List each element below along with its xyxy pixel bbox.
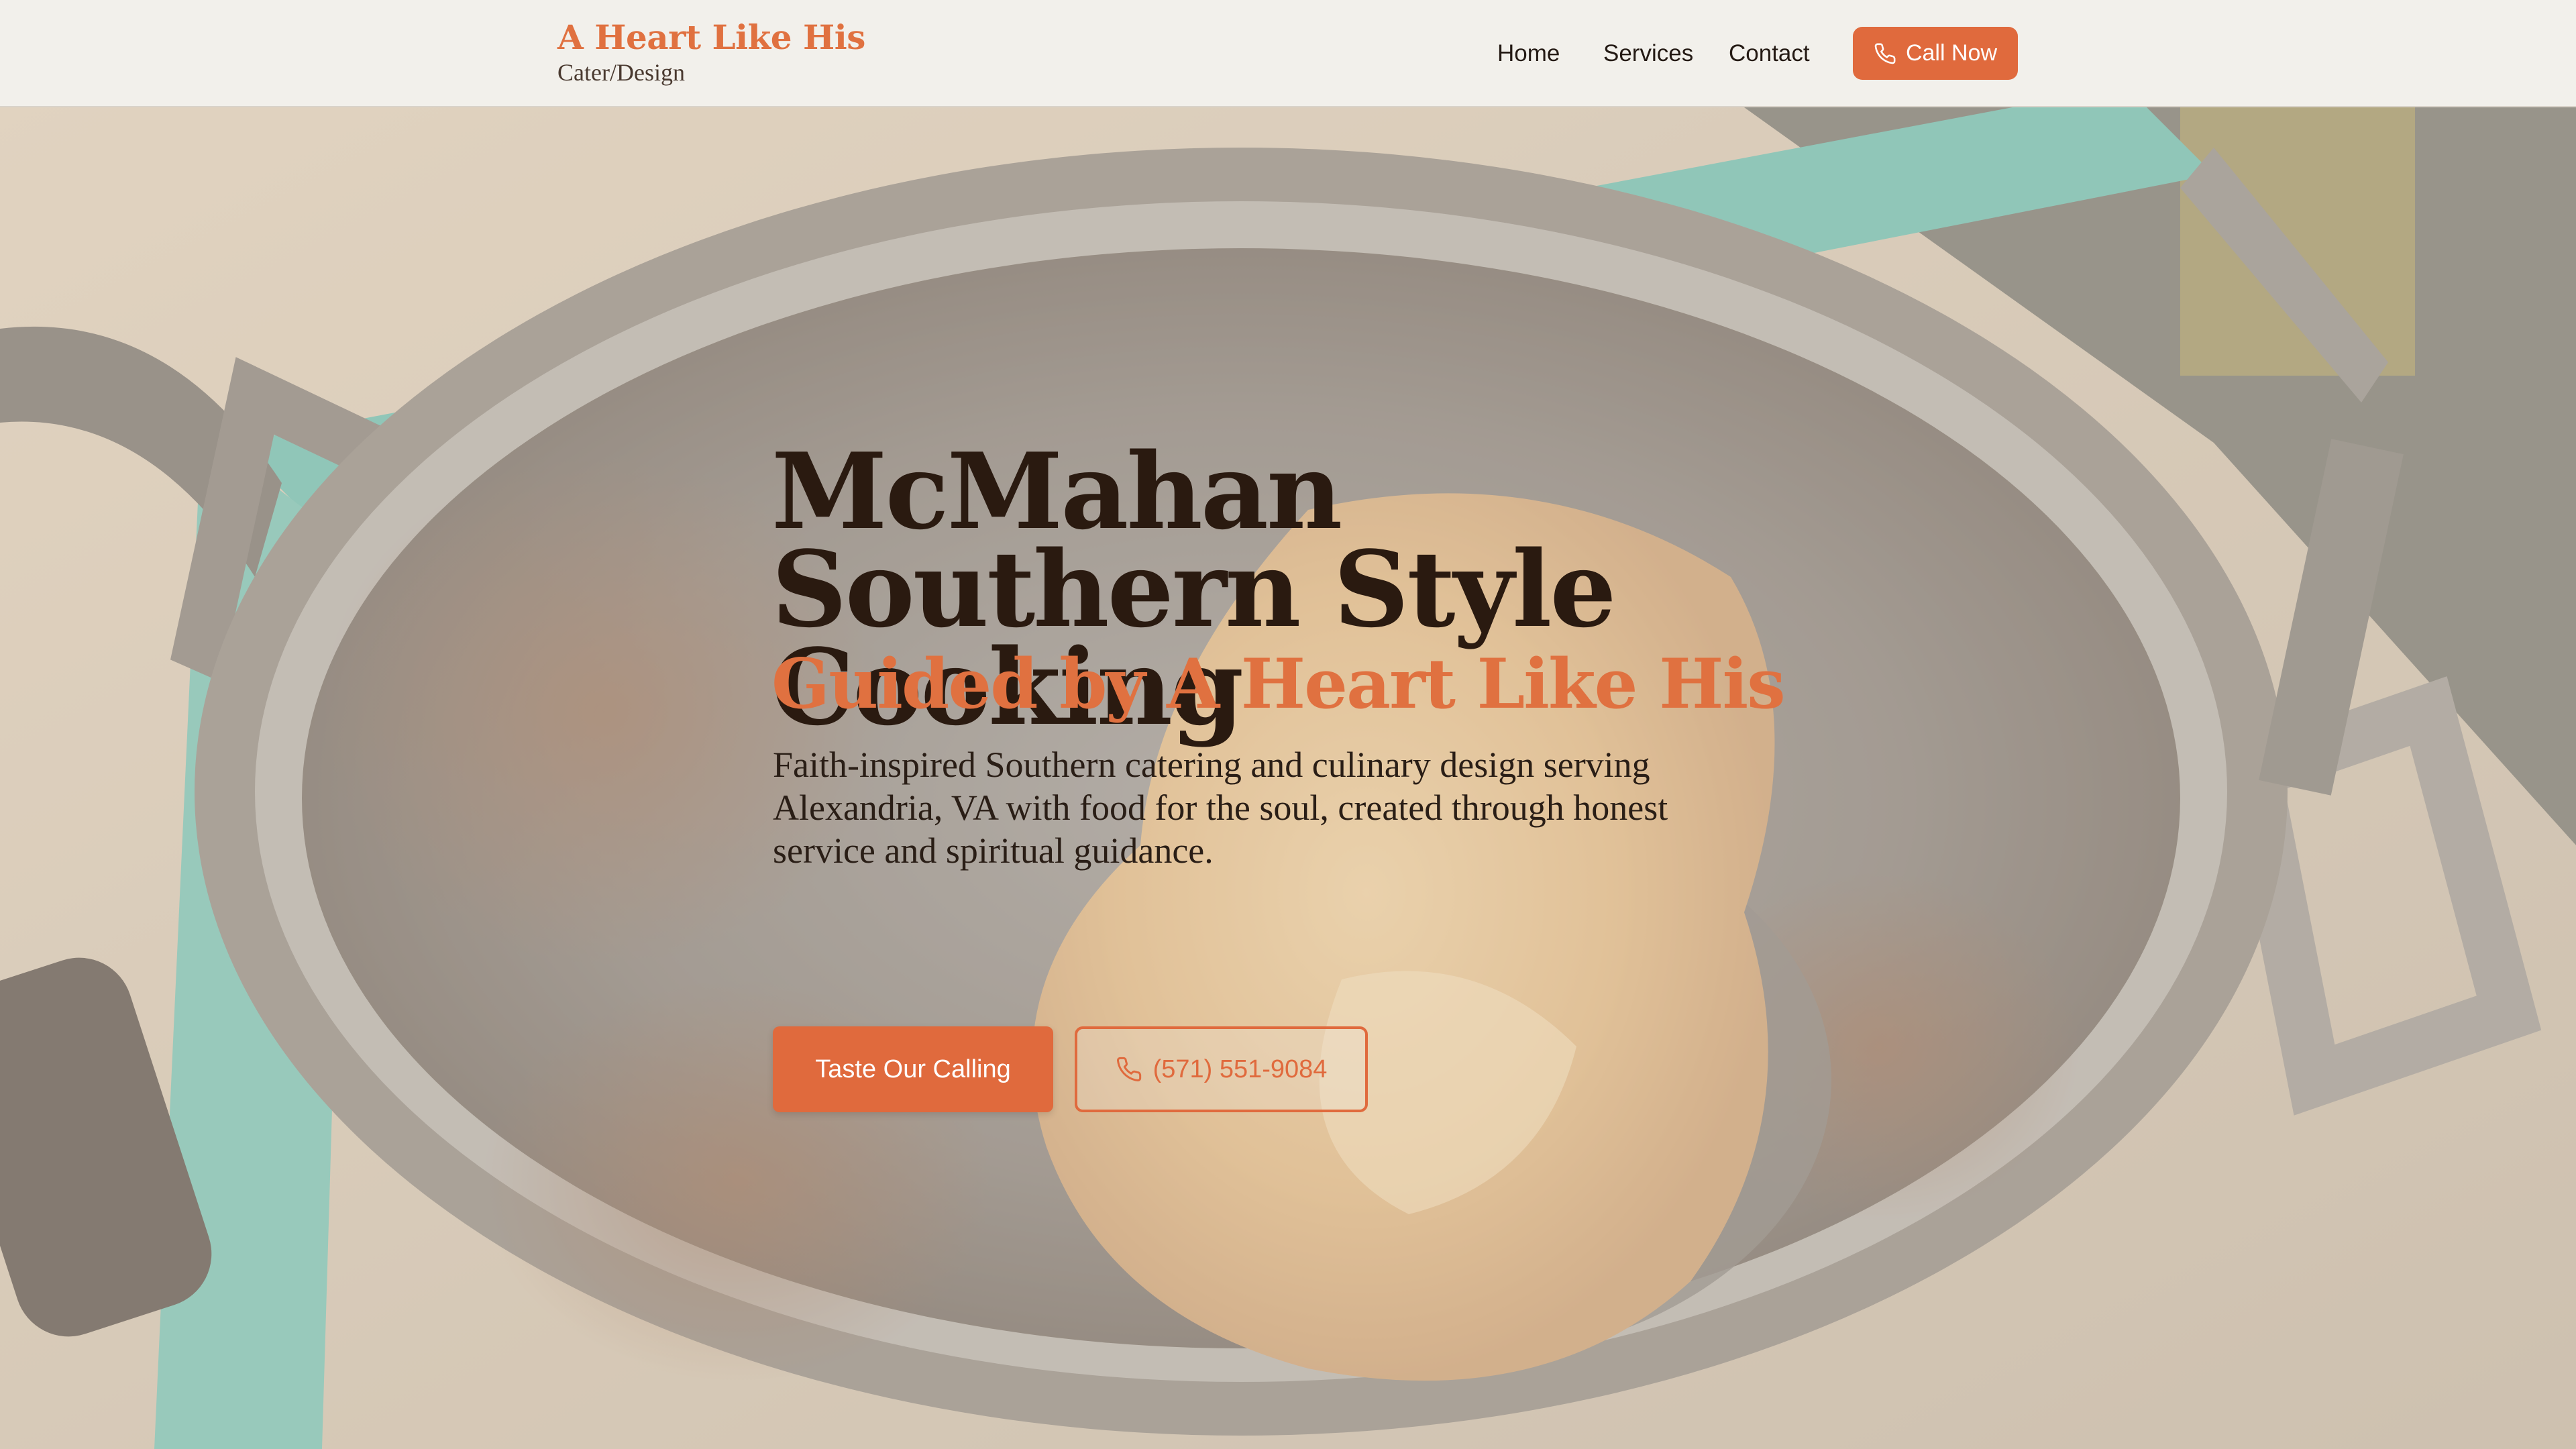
nav-services-link[interactable]: Services <box>1603 38 1693 70</box>
main-nav: Home Services Contact Call Now <box>0 0 2576 107</box>
phone-number-label: (571) 551-9084 <box>1152 1055 1328 1083</box>
hero-description: Faith-inspired Southern catering and cul… <box>773 745 1668 871</box>
taste-our-calling-button[interactable]: Taste Our Calling <box>773 1026 1053 1112</box>
phone-icon <box>1116 1057 1141 1081</box>
call-now-button[interactable]: Call Now <box>1853 27 2018 80</box>
phone-icon <box>1874 43 1896 64</box>
hero-subtitle: Guided by A Heart Like His <box>771 644 1786 724</box>
nav-home-link[interactable]: Home <box>1497 38 1560 70</box>
phone-number-button[interactable]: (571) 551-9084 <box>1075 1026 1368 1112</box>
site-header: A Heart Like His Cater/Design Home Servi… <box>0 0 2576 107</box>
nav-contact-link[interactable]: Contact <box>1729 38 1810 70</box>
taste-our-calling-label: Taste Our Calling <box>815 1055 1011 1083</box>
call-now-label: Call Now <box>1905 40 1998 66</box>
